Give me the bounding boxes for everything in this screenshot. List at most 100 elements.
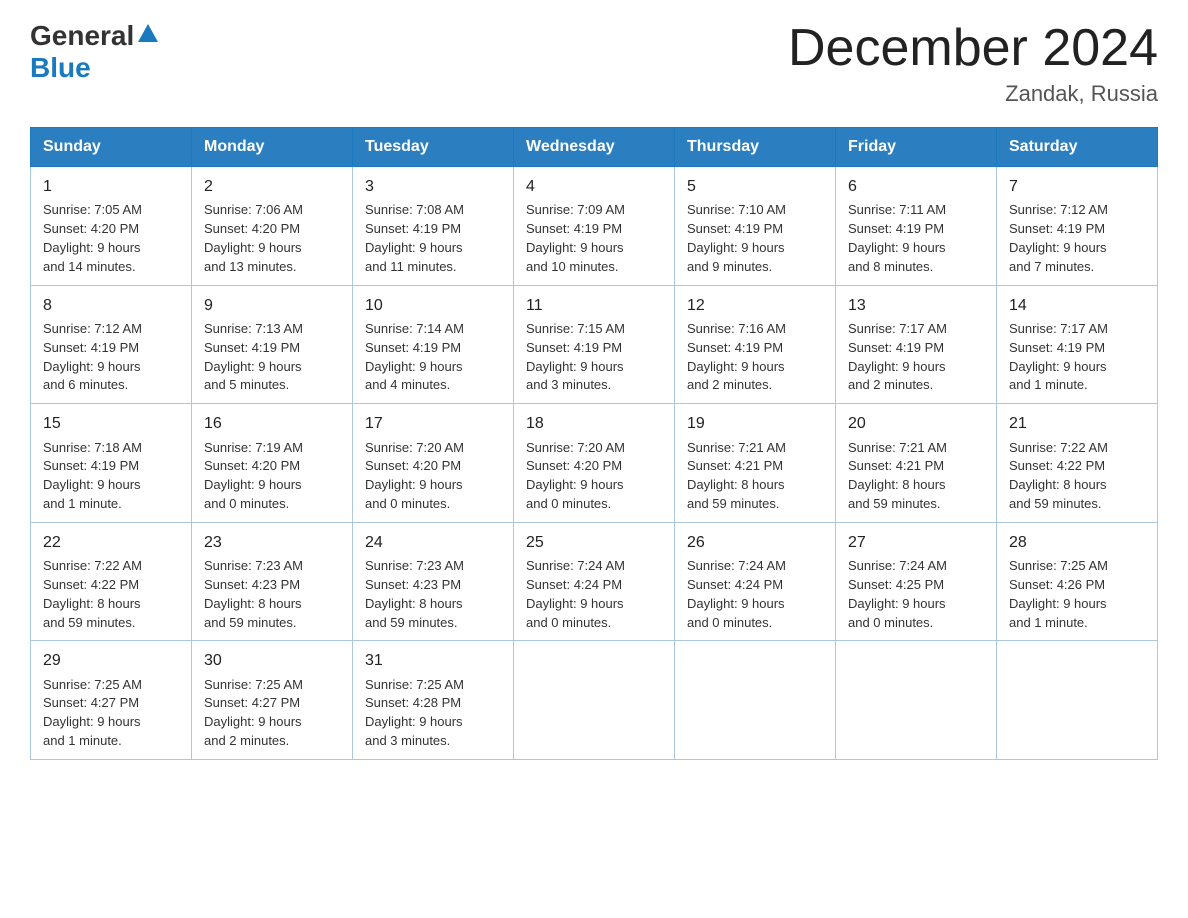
day-info-line: and 0 minutes.	[687, 614, 823, 633]
day-info-line: Sunset: 4:20 PM	[526, 457, 662, 476]
calendar-cell-0-6: 7Sunrise: 7:12 AMSunset: 4:19 PMDaylight…	[997, 167, 1158, 286]
week-row-3: 15Sunrise: 7:18 AMSunset: 4:19 PMDayligh…	[31, 404, 1158, 523]
header-day-sunday: Sunday	[31, 128, 192, 167]
day-info-line: Sunset: 4:25 PM	[848, 576, 984, 595]
day-number: 14	[1009, 294, 1145, 317]
day-info-line: Sunset: 4:19 PM	[365, 339, 501, 358]
day-info-line: Daylight: 8 hours	[204, 595, 340, 614]
day-info-line: Sunrise: 7:22 AM	[43, 557, 179, 576]
location-text: Zandak, Russia	[788, 81, 1158, 107]
header-day-monday: Monday	[192, 128, 353, 167]
day-info-line: Sunset: 4:26 PM	[1009, 576, 1145, 595]
day-info-line: and 1 minute.	[43, 732, 179, 751]
calendar-cell-4-6	[997, 641, 1158, 760]
day-info-line: and 1 minute.	[1009, 614, 1145, 633]
day-info-line: Sunrise: 7:24 AM	[687, 557, 823, 576]
day-info-line: Sunrise: 7:14 AM	[365, 320, 501, 339]
month-title: December 2024	[788, 20, 1158, 77]
day-info-line: and 14 minutes.	[43, 258, 179, 277]
day-info-line: and 59 minutes.	[365, 614, 501, 633]
day-info-line: Sunrise: 7:12 AM	[43, 320, 179, 339]
day-info-line: Sunrise: 7:11 AM	[848, 201, 984, 220]
calendar-cell-1-5: 13Sunrise: 7:17 AMSunset: 4:19 PMDayligh…	[836, 285, 997, 404]
calendar-cell-1-3: 11Sunrise: 7:15 AMSunset: 4:19 PMDayligh…	[514, 285, 675, 404]
day-info-line: Sunset: 4:19 PM	[204, 339, 340, 358]
day-info-line: and 5 minutes.	[204, 376, 340, 395]
day-info-line: Sunset: 4:20 PM	[365, 457, 501, 476]
day-number: 7	[1009, 175, 1145, 198]
calendar-cell-2-4: 19Sunrise: 7:21 AMSunset: 4:21 PMDayligh…	[675, 404, 836, 523]
day-info-line: and 59 minutes.	[204, 614, 340, 633]
day-info-line: Daylight: 9 hours	[526, 239, 662, 258]
calendar-cell-0-4: 5Sunrise: 7:10 AMSunset: 4:19 PMDaylight…	[675, 167, 836, 286]
calendar-cell-2-5: 20Sunrise: 7:21 AMSunset: 4:21 PMDayligh…	[836, 404, 997, 523]
day-info-line: and 59 minutes.	[848, 495, 984, 514]
calendar-cell-4-1: 30Sunrise: 7:25 AMSunset: 4:27 PMDayligh…	[192, 641, 353, 760]
day-number: 22	[43, 531, 179, 554]
day-info-line: Sunset: 4:19 PM	[526, 339, 662, 358]
week-row-5: 29Sunrise: 7:25 AMSunset: 4:27 PMDayligh…	[31, 641, 1158, 760]
day-number: 12	[687, 294, 823, 317]
day-info-line: Daylight: 8 hours	[1009, 476, 1145, 495]
day-number: 11	[526, 294, 662, 317]
day-number: 1	[43, 175, 179, 198]
day-info-line: Daylight: 9 hours	[1009, 239, 1145, 258]
day-number: 13	[848, 294, 984, 317]
day-info-line: Daylight: 9 hours	[43, 713, 179, 732]
day-info-line: Sunrise: 7:25 AM	[1009, 557, 1145, 576]
day-info-line: Daylight: 9 hours	[1009, 358, 1145, 377]
day-info-line: and 0 minutes.	[848, 614, 984, 633]
calendar-cell-4-3	[514, 641, 675, 760]
calendar-cell-1-4: 12 Sunrise: 7:16 AMSunset: 4:19 PMDayligh…	[675, 285, 836, 404]
day-info-line: Sunrise: 7:10 AM	[687, 201, 823, 220]
day-number: 31	[365, 649, 501, 672]
day-info-line: Sunrise: 7:06 AM	[204, 201, 340, 220]
day-info-line: Sunrise: 7:20 AM	[365, 439, 501, 458]
calendar-cell-3-1: 23Sunrise: 7:23 AMSunset: 4:23 PMDayligh…	[192, 522, 353, 641]
calendar-cell-3-2: 24Sunrise: 7:23 AMSunset: 4:23 PMDayligh…	[353, 522, 514, 641]
day-number: 16	[204, 412, 340, 435]
logo-general-text: General	[30, 20, 134, 52]
day-info-line: and 59 minutes.	[1009, 495, 1145, 514]
week-row-4: 22Sunrise: 7:22 AMSunset: 4:22 PMDayligh…	[31, 522, 1158, 641]
day-info-line: Daylight: 9 hours	[43, 239, 179, 258]
calendar-cell-0-1: 2Sunrise: 7:06 AMSunset: 4:20 PMDaylight…	[192, 167, 353, 286]
day-info-line: Daylight: 9 hours	[365, 358, 501, 377]
day-info-line: and 13 minutes.	[204, 258, 340, 277]
day-info-line: and 7 minutes.	[1009, 258, 1145, 277]
day-info-line: Sunrise: 7:23 AM	[204, 557, 340, 576]
day-info-line: Daylight: 9 hours	[687, 358, 823, 377]
day-info-line: Sunrise: 7:20 AM	[526, 439, 662, 458]
day-info-line: Daylight: 9 hours	[526, 595, 662, 614]
title-block: December 2024 Zandak, Russia	[788, 20, 1158, 107]
calendar-cell-2-0: 15Sunrise: 7:18 AMSunset: 4:19 PMDayligh…	[31, 404, 192, 523]
day-info-line: Sunrise: 7:09 AM	[526, 201, 662, 220]
day-info-line: Sunrise: 7:21 AM	[848, 439, 984, 458]
day-info-line: Daylight: 8 hours	[43, 595, 179, 614]
day-info-line: and 9 minutes.	[687, 258, 823, 277]
calendar-cell-1-6: 14Sunrise: 7:17 AMSunset: 4:19 PMDayligh…	[997, 285, 1158, 404]
day-info-line: Daylight: 9 hours	[526, 358, 662, 377]
day-info-line: Sunrise: 7:25 AM	[365, 676, 501, 695]
day-info-line: Sunrise: 7:13 AM	[204, 320, 340, 339]
day-info-line: Sunrise: 7:17 AM	[848, 320, 984, 339]
calendar-cell-0-3: 4Sunrise: 7:09 AMSunset: 4:19 PMDaylight…	[514, 167, 675, 286]
calendar-cell-4-2: 31Sunrise: 7:25 AMSunset: 4:28 PMDayligh…	[353, 641, 514, 760]
day-info-line: and 2 minutes.	[204, 732, 340, 751]
day-info-line: Sunrise: 7:24 AM	[526, 557, 662, 576]
calendar-cell-4-0: 29Sunrise: 7:25 AMSunset: 4:27 PMDayligh…	[31, 641, 192, 760]
day-info-line: Sunset: 4:20 PM	[43, 220, 179, 239]
day-info-line: Sunset: 4:23 PM	[204, 576, 340, 595]
day-info-line: Daylight: 9 hours	[365, 476, 501, 495]
day-info-line: Sunset: 4:24 PM	[526, 576, 662, 595]
day-info-line: and 59 minutes.	[43, 614, 179, 633]
day-info-line: Sunrise: 7:16 AM	[687, 320, 823, 339]
day-info-line: Sunset: 4:20 PM	[204, 220, 340, 239]
day-info-line: Sunset: 4:19 PM	[687, 339, 823, 358]
day-info-line: Daylight: 8 hours	[365, 595, 501, 614]
day-number: 17	[365, 412, 501, 435]
header-day-tuesday: Tuesday	[353, 128, 514, 167]
day-info-line: Daylight: 9 hours	[848, 358, 984, 377]
day-info-line: Sunset: 4:19 PM	[1009, 220, 1145, 239]
day-info-line: Sunset: 4:22 PM	[43, 576, 179, 595]
